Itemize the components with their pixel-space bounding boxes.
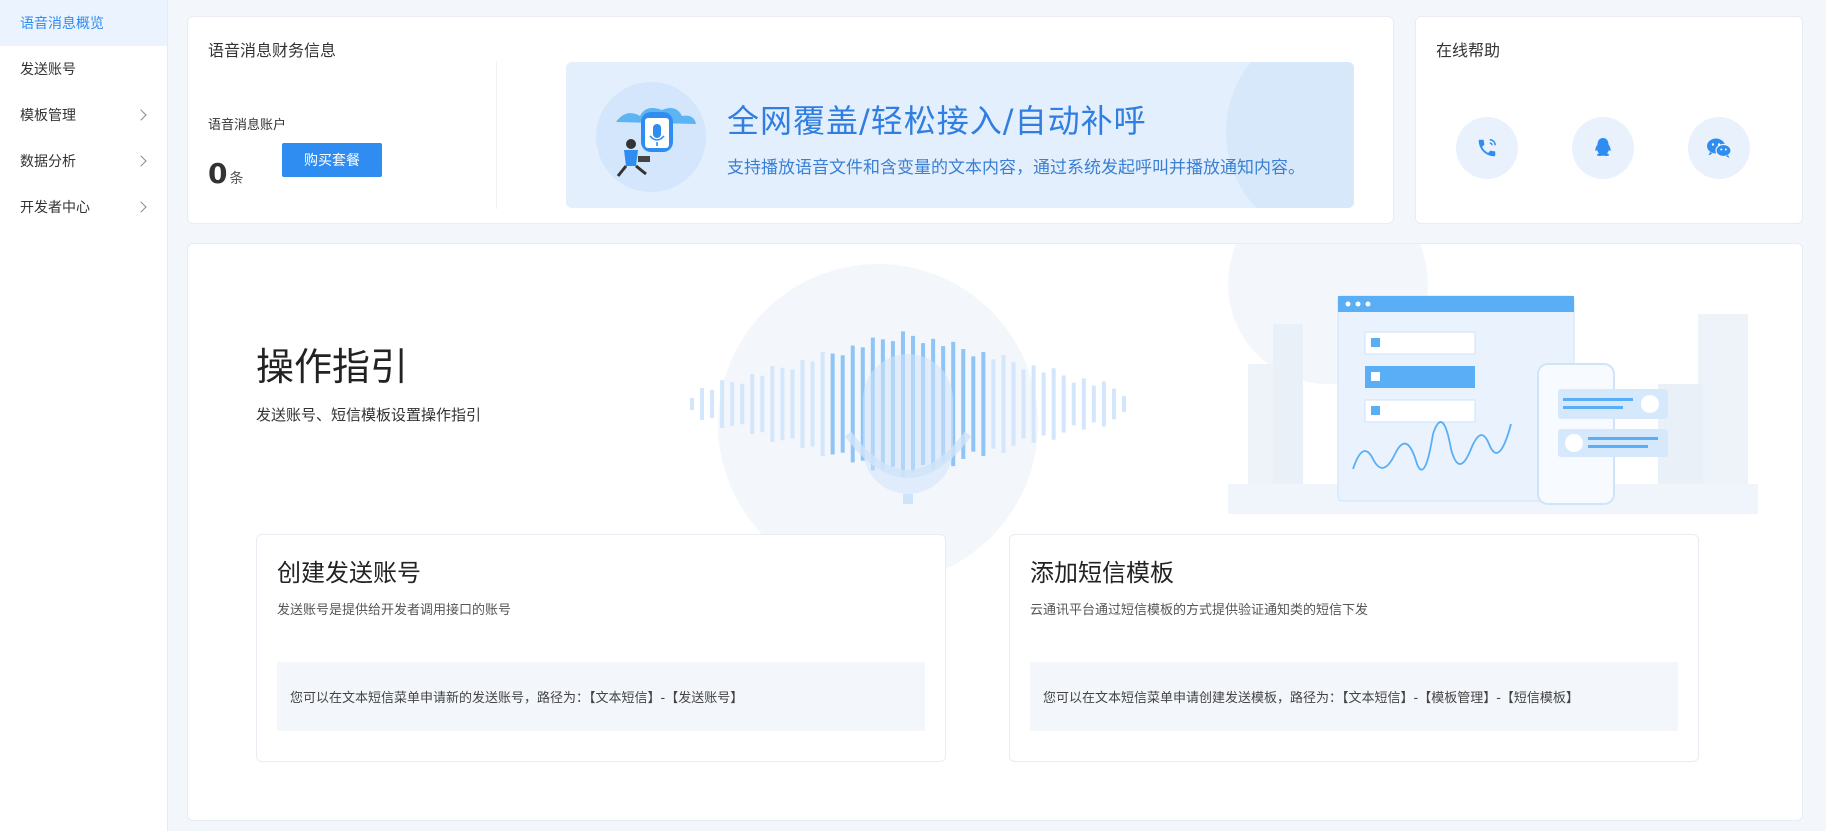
wave-bar — [991, 359, 996, 449]
wave-bar — [1061, 375, 1066, 433]
finance-title: 语音消息财务信息 — [208, 41, 337, 60]
qq-icon[interactable] — [1572, 117, 1634, 179]
finance-card: 语音消息财务信息 语音消息账户 0 条 购买套餐 全网覆盖/轻松接入/自动补呼 … — [187, 16, 1394, 224]
step-title: 创建发送账号 — [277, 559, 421, 587]
wave-bar — [780, 367, 785, 441]
wave-bar — [720, 380, 725, 428]
step-card-create-account: 创建发送账号 发送账号是提供给开发者调用接口的账号 您可以在文本短信菜单申请新的… — [256, 534, 946, 762]
voice-person-illustration — [616, 108, 696, 177]
guide-subtitle: 发送账号、短信模板设置操作指引 — [256, 406, 482, 424]
banner-title: 全网覆盖/轻松接入/自动补呼 — [727, 102, 1147, 140]
sidebar: 语音消息概览 发送账号 模板管理 数据分析 开发者中心 — [0, 0, 168, 831]
sidebar-item-send-account[interactable]: 发送账号 — [0, 46, 167, 92]
wave-bar — [1091, 385, 1096, 423]
wave-bar — [1122, 395, 1126, 413]
sidebar-item-label: 开发者中心 — [20, 200, 90, 216]
sidebar-item-label: 发送账号 — [20, 62, 76, 78]
chevron-right-icon — [135, 109, 147, 121]
wave-bar — [1101, 381, 1106, 427]
wave-bar — [1031, 365, 1036, 443]
wave-bar — [1051, 368, 1056, 440]
wave-bar — [840, 355, 845, 453]
step-title: 添加短信模板 — [1030, 559, 1174, 587]
wave-bar — [820, 351, 825, 457]
chevron-right-icon — [135, 201, 147, 213]
sound-wave-microphone-illustration — [690, 331, 1126, 504]
sidebar-item-data-analysis[interactable]: 数据分析 — [0, 138, 167, 184]
help-icon-row — [1456, 117, 1750, 179]
wave-bar — [1001, 355, 1006, 453]
account-label: 语音消息账户 — [208, 118, 287, 133]
step-path-note: 您可以在文本短信菜单申请新的发送账号，路径为：【文本短信】-【发送账号】 — [277, 662, 925, 731]
wave-bar — [1011, 362, 1016, 446]
promo-banner: 全网覆盖/轻松接入/自动补呼 支持播放语音文件和含变量的文本内容，通过系统发起呼… — [566, 62, 1354, 208]
wave-bar — [800, 359, 805, 449]
sidebar-item-label: 数据分析 — [20, 154, 76, 170]
step-path-note: 您可以在文本短信菜单申请创建发送模板，路径为：【文本短信】-【模板管理】-【短信… — [1030, 662, 1678, 731]
account-balance: 0 条 — [208, 157, 243, 190]
wave-bar — [700, 388, 705, 420]
wechat-icon[interactable] — [1688, 117, 1750, 179]
wave-bar — [830, 353, 835, 455]
sidebar-item-overview[interactable]: 语音消息概览 — [0, 0, 167, 46]
wave-bar — [690, 397, 694, 411]
wave-bar — [770, 365, 775, 443]
buy-package-button[interactable]: 购买套餐 — [282, 143, 382, 177]
wave-bar — [750, 373, 755, 435]
step-description: 云通讯平台通过短信模板的方式提供验证通知类的短信下发 — [1030, 603, 1369, 618]
operation-guide: 操作指引 发送账号、短信模板设置操作指引 创建发送账号 发送账号是提供给开发者调… — [187, 243, 1803, 821]
wave-bar — [740, 383, 745, 425]
phone-icon[interactable] — [1456, 117, 1518, 179]
divider — [496, 61, 497, 209]
sidebar-item-developer-center[interactable]: 开发者中心 — [0, 184, 167, 230]
chevron-right-icon — [135, 155, 147, 167]
step-description: 发送账号是提供给开发者调用接口的账号 — [277, 603, 512, 618]
online-help-card: 在线帮助 — [1415, 16, 1803, 224]
wave-bar — [810, 361, 815, 447]
wave-bar — [710, 389, 715, 419]
wave-bar — [790, 369, 795, 439]
wave-bar — [971, 356, 976, 452]
wave-bar — [760, 375, 765, 433]
balance-count: 0 — [208, 157, 228, 190]
wave-bar — [1071, 382, 1076, 426]
wave-bar — [1021, 369, 1026, 439]
wave-bar — [730, 381, 735, 427]
step-card-add-template: 添加短信模板 云通讯平台通过短信模板的方式提供验证通知类的短信下发 您可以在文本… — [1009, 534, 1699, 762]
sidebar-item-template-management[interactable]: 模板管理 — [0, 92, 167, 138]
balance-unit: 条 — [229, 171, 244, 187]
banner-subtitle: 支持播放语音文件和含变量的文本内容，通过系统发起呼叫并播放通知内容。 — [727, 158, 1305, 178]
dashboard-phone-chat-illustration — [1228, 295, 1758, 514]
wave-bar — [981, 352, 986, 456]
sidebar-item-label: 模板管理 — [20, 108, 76, 124]
banner-decoration — [1226, 62, 1354, 208]
page-scrollbar[interactable] — [1809, 0, 1826, 831]
wave-bar — [1041, 372, 1046, 436]
wave-bar — [1111, 388, 1116, 420]
sidebar-item-label: 语音消息概览 — [20, 16, 104, 32]
guide-title: 操作指引 — [256, 345, 409, 389]
help-title: 在线帮助 — [1436, 41, 1501, 60]
wave-bar — [1081, 378, 1086, 430]
